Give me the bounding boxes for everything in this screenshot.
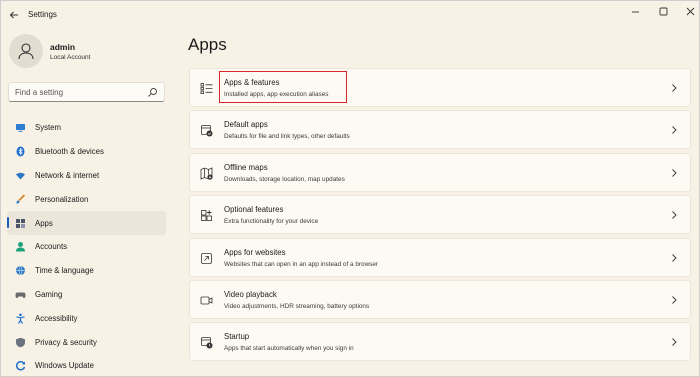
card-subtitle: Defaults for file and link types, other … [224,133,350,141]
chevron-right-icon [672,168,677,177]
card-apps-features[interactable]: Apps & features Installed apps, app exec… [189,68,691,107]
chevron-right-icon [672,126,677,135]
maximize-button[interactable] [649,3,677,19]
arrow-left-icon [9,11,18,19]
controller-icon [15,289,26,300]
card-subtitle: Apps that start automatically when you s… [224,345,354,353]
avatar[interactable] [9,34,43,68]
video-icon [200,296,213,305]
card-optional-features[interactable]: Optional features Extra functionality fo… [189,195,691,235]
back-button[interactable] [5,6,23,24]
settings-cards: Apps & features Installed apps, app exec… [189,68,691,365]
window-title: Settings [28,10,57,19]
sidebar-item-label: Privacy & security [35,337,97,347]
close-icon [686,7,694,15]
sidebar-item-label: Network & internet [35,170,100,180]
grid-plus-icon [201,210,212,222]
sidebar-nav: System Bluetooth & devices Network & int… [7,116,166,377]
list-icon [200,83,213,95]
page-title: Apps [188,35,227,54]
sidebar-item-label: Accounts [35,242,68,252]
brush-icon [15,194,26,205]
search-icon[interactable] [147,87,158,98]
minimize-icon [631,11,639,12]
sidebar-item-label: Gaming [35,289,63,299]
card-subtitle: Extra functionality for your device [224,218,319,226]
chevron-right-icon [672,84,677,92]
sidebar-item-label: Windows Update [35,361,94,371]
chevron-right-icon [672,296,677,304]
sidebar-item-personalization[interactable]: Personalization [7,187,166,211]
card-title: Startup [224,332,250,342]
chevron-right-icon [672,211,677,219]
map-icon [200,167,213,180]
accessibility-icon [15,313,26,324]
card-title: Video playback [224,289,277,299]
sidebar-item-system[interactable]: System [7,116,166,140]
sidebar-item-label: Time & language [35,266,94,276]
card-subtitle: Websites that can open in an app instead… [224,260,379,268]
title-bar: Settings [1,1,699,29]
sidebar-item-label: System [35,123,61,133]
apps-icon [15,218,26,229]
update-icon [15,360,26,371]
sidebar-item-privacy-security[interactable]: Privacy & security [7,330,166,354]
card-video-playback[interactable]: Video playback Video adjustments, HDR st… [189,279,691,319]
settings-window: Settings admin Local Account Find a sett… [0,0,700,377]
default-apps-icon [201,125,213,137]
card-apps-for-websites[interactable]: Apps for websites Websites that can open… [189,237,691,277]
account-type: Local Account [50,54,91,61]
card-subtitle: Downloads, storage location, map updates [224,175,345,183]
sidebar-item-label: Accessibility [35,313,78,323]
sidebar-item-windows-update[interactable]: Windows Update [7,354,166,377]
card-subtitle: Video adjustments, HDR streaming, batter… [224,302,370,310]
person-icon [15,241,26,252]
sidebar-item-gaming[interactable]: Gaming [7,283,166,307]
card-title: Default apps [224,120,268,130]
bluetooth-icon [15,146,26,157]
monitor-icon [15,122,26,133]
highlight-box [219,71,347,103]
sidebar-item-time-language[interactable]: Time & language [7,259,166,283]
card-title: Apps for websites [224,247,286,257]
sidebar-item-network[interactable]: Network & internet [7,164,166,188]
search-box[interactable] [8,82,165,102]
card-offline-maps[interactable]: Offline maps Downloads, storage location… [189,152,691,192]
person-icon [18,43,34,60]
link-box-icon [201,252,212,264]
card-startup[interactable]: Startup Apps that start automatically wh… [189,322,691,362]
sidebar-item-accessibility[interactable]: Accessibility [7,306,166,330]
chevron-right-icon [672,338,677,347]
search-input[interactable] [15,86,145,99]
user-name: admin [50,42,76,52]
wifi-icon [15,170,26,181]
sidebar-item-apps[interactable]: Apps [7,211,166,235]
card-title: Optional features [224,205,284,215]
chevron-right-icon [672,253,677,262]
minimize-button[interactable] [621,3,649,19]
card-default-apps[interactable]: Default apps Defaults for file and link … [189,110,691,150]
close-button[interactable] [676,3,700,19]
sidebar-item-label: Bluetooth & devices [35,147,104,157]
sidebar-item-label: Apps [35,218,53,228]
globe-icon [15,265,26,276]
card-title: Offline maps [224,162,268,172]
sidebar-item-bluetooth[interactable]: Bluetooth & devices [7,140,166,164]
shield-icon [15,337,26,348]
sidebar-item-label: Personalization [35,194,89,204]
sidebar-item-accounts[interactable]: Accounts [7,235,166,259]
startup-icon [201,337,213,349]
maximize-icon [659,7,667,15]
